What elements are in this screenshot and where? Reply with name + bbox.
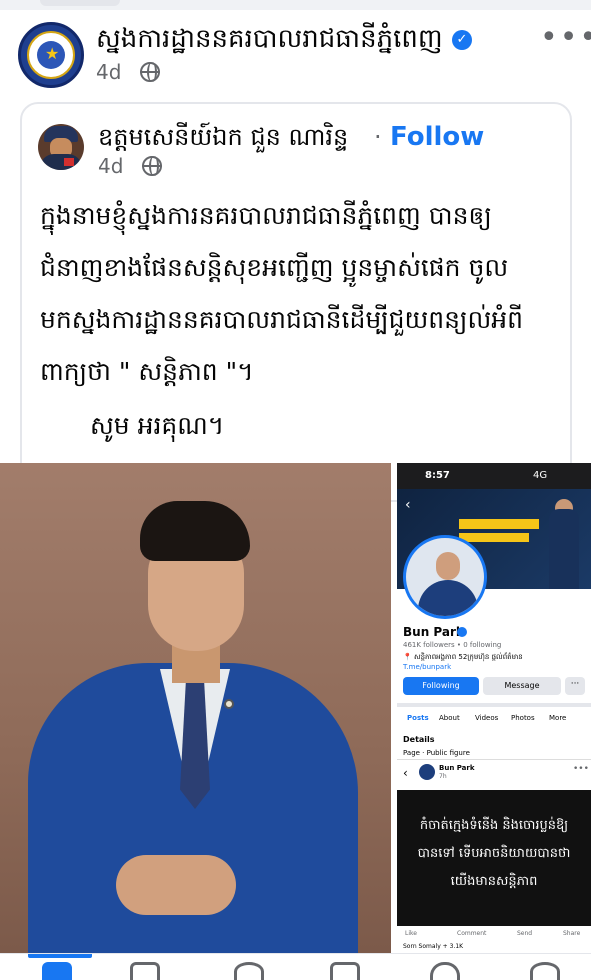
cover-figure: [549, 509, 579, 589]
tab-videos: Videos: [475, 714, 499, 722]
photo-lapel-pin: [224, 699, 234, 709]
globe-icon: [140, 62, 160, 82]
post-line: ពាក្យថា " សន្តិភាព "។: [40, 357, 254, 386]
share-action: Share: [563, 930, 581, 937]
verified-badge-icon: ✓: [452, 30, 472, 50]
quote-line: កំចាត់ក្មេងទំនើង និងចោរប្លន់ឱ្យ: [419, 818, 569, 833]
post-line: ជំនាញខាងផែនសន្តិសុខអញ្ជើញ ប្អូនម្ចាស់ផេក…: [40, 253, 509, 282]
phone-signal: 4G: [533, 470, 548, 481]
more-options-icon: •••: [573, 764, 589, 774]
photo-hair: [140, 501, 250, 561]
embedded-time: 7h: [439, 773, 447, 780]
profile-link: T.me/bunpark: [403, 663, 452, 671]
logo-star-icon: ★: [45, 44, 60, 63]
quote-line: យើងមានសន្តិភាព: [450, 874, 538, 889]
follow-button[interactable]: Follow: [390, 120, 484, 154]
back-arrow-icon: ‹: [403, 766, 408, 780]
embedded-actions: Like Comment Send Share: [397, 928, 591, 944]
post-header: ★ ស្នងការដ្ឋាននគរបាលរាជធានីភ្នំពេញ ✓ 4d …: [0, 14, 591, 94]
verified-badge-icon: [457, 627, 467, 637]
profile-body: [418, 580, 478, 616]
tab-photos: Photos: [511, 714, 535, 722]
quote-text-box: កំចាត់ក្មេងទំនើង និងចោរប្លន់ឱ្យ បានទៅ ទើ…: [397, 790, 591, 926]
more-options-icon[interactable]: •••: [540, 23, 591, 53]
send-action: Send: [517, 930, 533, 937]
profile-picture: [403, 535, 487, 619]
tab-posts: Posts: [407, 714, 429, 722]
embedded-post: ‹ Bun Park 7h ••• កំចាត់ក្មេងទំនើង និងចោ…: [397, 759, 591, 953]
comment-action: Comment: [457, 930, 487, 937]
post-sign-off: សូម អរគុណ។: [90, 411, 225, 440]
avatar: [419, 764, 435, 780]
cover-banner: [459, 533, 529, 542]
avatar-coat: [40, 154, 82, 170]
profile-name: Bun Park: [403, 625, 464, 639]
post-body-text: ក្នុងនាមខ្ញុំស្នងការនគរបាលរាជធានីភ្នំពេញ…: [40, 190, 560, 398]
home-icon[interactable]: [42, 962, 72, 980]
profile-tabs: Posts About Videos Photos More: [397, 711, 591, 729]
page-name[interactable]: ស្នងការដ្ឋាននគរបាលរាជធានីភ្នំពេញ: [96, 22, 443, 56]
post-line: ក្នុងនាមខ្ញុំស្នងការនគរបាលរាជធានីភ្នំពេញ…: [40, 201, 492, 230]
separator-dot: ·: [374, 123, 382, 151]
phone-status-bar: 8:57 4G: [397, 463, 591, 489]
top-pill: [40, 0, 120, 6]
shared-post-card: ឧត្តមសេនីយ៍ឯក ជួន ណារិន្ទ · Follow 4d ក្…: [20, 102, 572, 502]
following-button: Following: [403, 677, 479, 695]
embedded-author: Bun Park: [439, 764, 475, 772]
globe-icon: [142, 156, 162, 176]
details-heading: Details: [403, 735, 435, 744]
shared-post-time[interactable]: 4d: [98, 154, 123, 178]
page-logo-avatar[interactable]: ★: [18, 22, 84, 88]
more-button: ···: [565, 677, 585, 695]
like-action: Like: [405, 930, 417, 937]
top-edge: [0, 0, 591, 10]
menu-profile-icon[interactable]: [530, 962, 560, 980]
phone-time: 8:57: [425, 470, 450, 481]
tab-more: More: [549, 714, 567, 722]
author-avatar[interactable]: [38, 124, 84, 170]
message-button: Message: [483, 677, 561, 695]
reaction-summary: Sorn Somaly + 3.1K: [403, 943, 464, 950]
cover-banner: [459, 519, 539, 529]
quote-line: បានទៅ ទើបអាចនិយាយបានថា: [417, 846, 571, 861]
friends-icon[interactable]: [234, 962, 264, 980]
marketplace-icon[interactable]: [330, 962, 360, 980]
profile-bio: 📍 សន្តិភាពអង្គភាព 52ក្រុមហ៊ុន ផ្តល់ព័ត៌ម…: [403, 653, 523, 661]
post-time[interactable]: 4d: [96, 60, 121, 84]
notifications-icon[interactable]: [430, 962, 460, 980]
photo-hands: [116, 855, 236, 915]
avatar-patch: [64, 158, 74, 166]
tab-about: About: [439, 714, 460, 722]
post-line: មកស្នងការដ្ឋាននគរបាលរាជធានីដើម្បីជួយពន្យ…: [40, 305, 524, 334]
back-arrow-icon: ‹: [405, 497, 411, 513]
divider: [397, 703, 591, 707]
profile-stats: 461K followers • 0 following: [403, 641, 502, 649]
post-photo-portrait[interactable]: [0, 463, 391, 953]
profile-head: [436, 552, 460, 580]
author-name[interactable]: ឧត្តមសេនីយ៍ឯក ជួន ណារិន្ទ: [98, 120, 348, 154]
nav-active-indicator: [28, 954, 92, 958]
post-photo-screenshot[interactable]: 8:57 4G ‹ Bun Park 461K followers • 0 fo…: [397, 463, 591, 953]
video-icon[interactable]: [130, 962, 160, 980]
bottom-nav: [0, 953, 591, 980]
page-category: Page · Public figure: [403, 749, 470, 757]
